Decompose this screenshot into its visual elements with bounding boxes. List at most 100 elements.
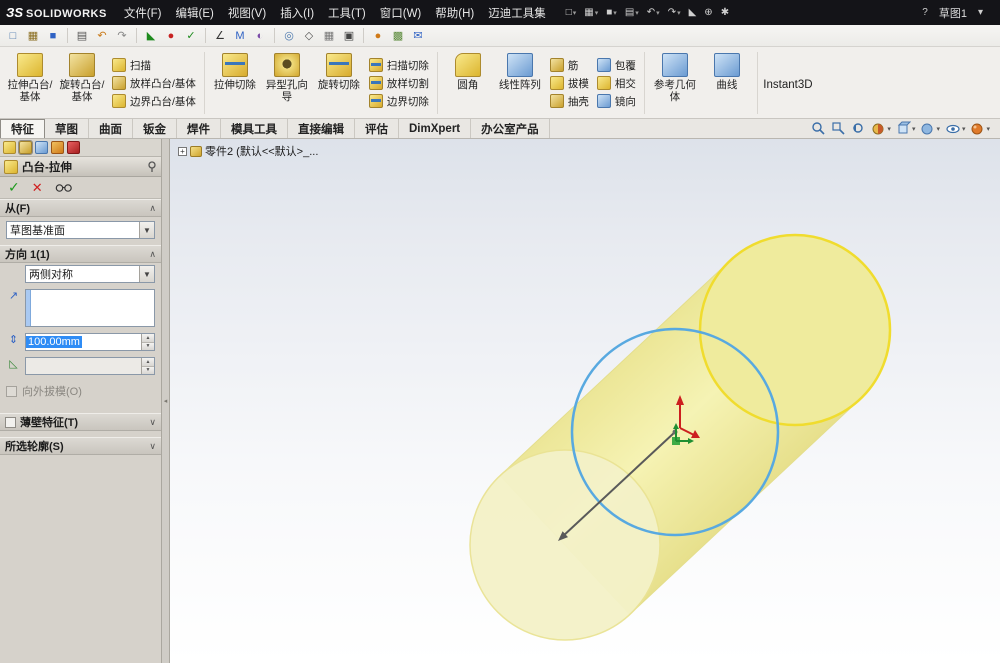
swept-boss-button[interactable]: 扫描	[112, 58, 196, 73]
menu-window[interactable]: 窗口(W)	[373, 2, 429, 24]
displaymanager-tab-icon[interactable]	[67, 141, 80, 154]
help-icon[interactable]: ?	[919, 6, 931, 19]
rebuild-ok-icon[interactable]: ✓	[182, 27, 200, 44]
tab-sketch[interactable]: 草图	[45, 119, 89, 138]
new-part-icon[interactable]: □	[4, 27, 22, 44]
dimxpertmanager-tab-icon[interactable]	[51, 141, 64, 154]
wireframe-display-icon[interactable]: ▦	[320, 27, 338, 44]
tab-evaluate[interactable]: 评估	[355, 119, 399, 138]
undo-icon[interactable]: ↶ ▾	[644, 6, 663, 19]
tree-root-label[interactable]: 零件2 (默认<<默认>_...	[205, 143, 318, 159]
open-icon[interactable]: ▦ ▾	[581, 6, 601, 19]
print-document-icon[interactable]: ▤	[73, 27, 91, 44]
select-icon[interactable]: ◣	[686, 6, 700, 19]
tab-dimxpert[interactable]: DimXpert	[399, 119, 472, 138]
curves-button[interactable]: 曲线	[701, 49, 753, 117]
fillet-button[interactable]: 圆角	[442, 49, 494, 117]
configurationmanager-tab-icon[interactable]	[35, 141, 48, 154]
rebuild-icon[interactable]: ⊕	[701, 6, 715, 19]
depth-spinner[interactable]: ▲ ▼	[141, 334, 154, 350]
end-condition-dropdown[interactable]: 两侧对称 ▼	[25, 265, 155, 283]
tab-mold-tools[interactable]: 模具工具	[221, 119, 288, 138]
selected-contours-section-header[interactable]: 所选轮廓(S) ∨	[0, 437, 161, 455]
spinner-down-icon[interactable]: ▼	[142, 366, 154, 374]
spinner-up-icon[interactable]: ▲	[142, 358, 154, 367]
view-orientation-icon[interactable]: ◇	[300, 27, 318, 44]
section-view-hud-icon[interactable]: ▾	[871, 121, 891, 136]
tab-office-products[interactable]: 办公室产品	[471, 119, 550, 138]
revolved-cut-button[interactable]: 旋转切除	[313, 49, 365, 117]
save-icon[interactable]: ■ ▾	[603, 6, 620, 19]
intersect-button[interactable]: 相交	[596, 76, 636, 91]
thin-feature-section-header[interactable]: 薄壁特征(T) ∨	[0, 413, 161, 431]
shell-button[interactable]: 抽壳	[549, 94, 589, 109]
lofted-boss-button[interactable]: 放样凸台/基体	[112, 76, 196, 91]
zoom-to-fit-view-icon[interactable]	[811, 121, 826, 136]
reference-geometry-button[interactable]: 参考几何体	[649, 49, 701, 117]
section-view-icon[interactable]: ◐	[251, 27, 269, 44]
boundary-boss-button[interactable]: 边界凸台/基体	[112, 94, 196, 109]
tab-features[interactable]: 特征	[0, 119, 45, 138]
detailed-preview-icon[interactable]	[55, 183, 73, 193]
apply-scene-icon[interactable]: ▩	[389, 27, 407, 44]
propertymanager-tab-icon[interactable]	[18, 140, 33, 155]
draft-button[interactable]: 拔模	[549, 76, 589, 91]
tab-direct-editing[interactable]: 直接编辑	[288, 119, 355, 138]
zoom-to-area-icon[interactable]	[831, 121, 846, 136]
draft-outward-checkbox[interactable]	[6, 385, 17, 397]
thin-feature-checkbox[interactable]	[5, 416, 16, 428]
lofted-cut-button[interactable]: 放样切割	[368, 76, 429, 91]
draft-angle-spinner[interactable]: ▲ ▼	[141, 358, 154, 374]
menu-edit[interactable]: 编辑(E)	[169, 2, 221, 24]
window-menu-icon[interactable]: ▾	[975, 6, 986, 19]
menu-maidi-tools[interactable]: 迈迪工具集	[481, 2, 553, 24]
shaded-display-icon[interactable]: ▣	[340, 27, 358, 44]
display-style-icon[interactable]: ▾	[920, 121, 940, 136]
graphics-viewport[interactable]: + 零件2 (默认<<默认>_...	[170, 139, 1000, 663]
select-arrow-icon[interactable]: ◣	[142, 27, 160, 44]
hole-wizard-button[interactable]: 异型孔向导	[261, 49, 313, 117]
zoom-to-fit-icon[interactable]: ◎	[280, 27, 298, 44]
menu-file[interactable]: 文件(F)	[117, 2, 169, 24]
hide-show-items-icon[interactable]: ▾	[945, 121, 965, 136]
swept-cut-button[interactable]: 扫描切除	[368, 58, 429, 73]
boundary-cut-button[interactable]: 边界切除	[368, 94, 429, 109]
ok-button[interactable]: ✓	[8, 179, 20, 196]
open-document-icon[interactable]: ▦	[24, 27, 42, 44]
new-document-icon[interactable]: □ ▾	[563, 6, 580, 19]
featuremanager-tree-tab-icon[interactable]	[3, 141, 16, 154]
start-condition-dropdown[interactable]: 草图基准面 ▼	[6, 221, 155, 239]
spinner-down-icon[interactable]: ▼	[142, 342, 154, 350]
extrude-boss-button[interactable]: 拉伸凸台/基体	[4, 49, 56, 117]
from-section-header[interactable]: 从(F) ∧	[0, 199, 161, 217]
mass-properties-icon[interactable]: M	[231, 27, 249, 44]
mirror-button[interactable]: 镜向	[596, 94, 636, 109]
edit-appearance-icon[interactable]: ●	[369, 27, 387, 44]
spinner-up-icon[interactable]: ▲	[142, 334, 154, 343]
undo-action-icon[interactable]: ↶	[93, 27, 111, 44]
save-document-icon[interactable]: ■	[44, 27, 62, 44]
measure-icon[interactable]: ∠	[211, 27, 229, 44]
redo-action-icon[interactable]: ↷	[113, 27, 131, 44]
wrap-button[interactable]: 包覆	[596, 58, 636, 73]
menu-insert[interactable]: 插入(I)	[273, 2, 321, 24]
instant3d-button[interactable]: Instant3D	[762, 49, 814, 117]
menu-help[interactable]: 帮助(H)	[428, 2, 481, 24]
options-icon[interactable]: ✱	[718, 6, 732, 19]
edit-appearance-hud-icon[interactable]: ▾	[970, 121, 990, 136]
rebuild-model-icon[interactable]: ●	[162, 27, 180, 44]
panel-splitter[interactable]: ◂	[162, 139, 170, 663]
tab-sheet-metal[interactable]: 钣金	[133, 119, 177, 138]
menu-tools[interactable]: 工具(T)	[321, 2, 373, 24]
revolve-boss-button[interactable]: 旋转凸台/基体	[56, 49, 108, 117]
print-icon[interactable]: ▤ ▾	[622, 6, 642, 19]
extruded-cut-button[interactable]: 拉伸切除	[209, 49, 261, 117]
depth-input[interactable]: 100.00mm ▲ ▼	[25, 333, 155, 351]
tab-weldments[interactable]: 焊件	[177, 119, 221, 138]
redo-icon[interactable]: ↷ ▾	[665, 6, 684, 19]
view-settings-icon[interactable]: ✉	[409, 27, 427, 44]
model-preview-canvas[interactable]	[170, 139, 1000, 663]
rib-button[interactable]: 筋	[549, 58, 589, 73]
tree-expand-icon[interactable]: +	[178, 146, 187, 156]
direction1-section-header[interactable]: 方向 1(1) ∧	[0, 245, 161, 263]
